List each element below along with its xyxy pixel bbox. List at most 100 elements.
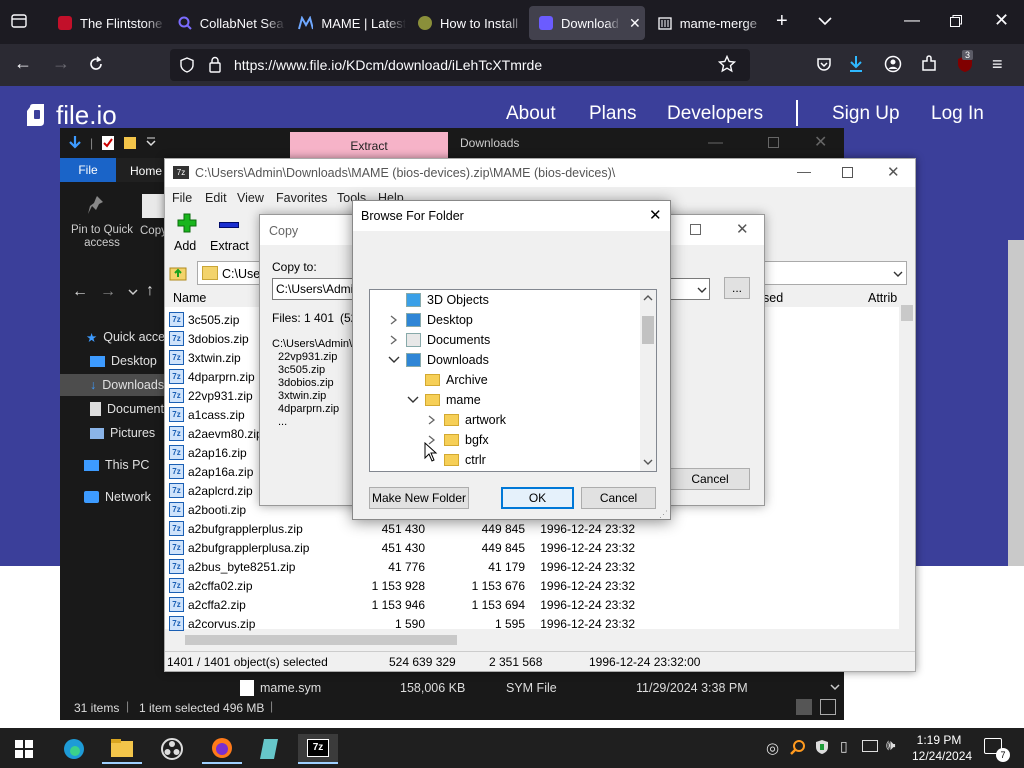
tray-volume-icon[interactable]: 🕪 [886,737,895,754]
close-icon[interactable]: ✕ [649,206,662,224]
scrollbar-thumb[interactable] [185,635,457,645]
ok-button[interactable]: OK [501,487,574,509]
tree-node[interactable]: Desktop [388,310,473,330]
scrollbar-thumb[interactable] [901,305,913,321]
nav-log-in[interactable]: Log In [931,103,984,125]
column-packed[interactable]: sed [763,291,783,305]
nav-developers[interactable]: Developers [667,103,763,125]
tray-network-icon[interactable] [862,740,878,752]
tree-node[interactable]: artwork [426,410,506,430]
add-icon[interactable] [177,213,197,233]
details-view-icon[interactable] [796,699,812,715]
close-tab-icon[interactable]: ✕ [629,15,641,32]
recent-chevron-icon[interactable] [128,288,138,296]
copy-cancel-button[interactable]: Cancel [670,468,750,490]
column-name[interactable]: Name [173,291,206,305]
back-icon[interactable]: ← [14,53,32,74]
maximize-icon[interactable] [690,224,701,235]
tiles-view-icon[interactable] [820,699,836,715]
customize-chevron-icon[interactable] [145,135,157,151]
forward-icon[interactable]: → [100,283,116,301]
maximize-icon[interactable] [842,167,853,178]
nav-about[interactable]: About [506,103,556,125]
start-button[interactable] [4,734,44,764]
minimize-icon[interactable]: — [797,163,811,179]
tree-node[interactable]: Archive [407,370,488,390]
folder-up-icon[interactable] [169,263,187,281]
toolbar-add[interactable]: Add [174,239,196,253]
table-row[interactable]: 7z a2bus_byte8251.zip 41 776 41 179 1996-12-… [169,557,639,576]
browser-tab[interactable]: CollabNet Sea [168,6,286,40]
reload-icon[interactable] [88,56,104,72]
nav-sign-up[interactable]: Sign Up [832,103,900,125]
ribbon-copy-label[interactable]: Copy [140,225,167,237]
chevron-down-icon[interactable] [407,395,419,405]
resize-grip-icon[interactable]: ⋰ [659,509,668,520]
table-row[interactable]: 7z a2cffa2.zip 1 153 946 1 153 694 1996-12-2… [169,595,639,614]
table-row[interactable]: 7z a2cffa02.zip 1 153 928 1 153 676 1996-12-… [169,576,639,595]
make-new-folder-button[interactable]: Make New Folder [369,487,469,509]
url-bar[interactable]: https://www.file.io/KDcm/download/iLehTc… [170,49,750,81]
chevron-right-icon[interactable] [388,335,400,345]
table-row[interactable]: 7z a2bufgrapplerplus.zip 451 430 449 845 199… [169,519,639,538]
tree-scrollbar[interactable] [640,290,656,471]
nav-plans[interactable]: Plans [589,103,637,125]
sidebar-item-this-pc[interactable]: This PC [84,454,149,476]
taskbar-file-explorer[interactable] [102,734,142,764]
url-text[interactable]: https://www.file.io/KDcm/download/iLehTc… [234,57,542,73]
sidebar-item-downloads[interactable]: ↓ Downloads [60,374,164,396]
taskbar-firefox[interactable] [202,734,242,764]
extract-icon[interactable] [219,222,239,228]
minimize-icon[interactable]: — [708,134,723,151]
download-arrow-icon[interactable] [68,135,82,151]
menu-edit[interactable]: Edit [205,191,227,205]
tab-list-icon[interactable] [10,12,28,30]
menu-icon[interactable]: ≡ [992,54,1003,75]
chevron-down-icon[interactable] [388,355,400,365]
copy-icon[interactable] [142,194,164,218]
site-logo[interactable]: file.io [24,100,117,131]
sidebar-item-documents[interactable]: Documents [90,398,170,420]
menu-file[interactable]: File [172,191,192,205]
new-folder-icon[interactable] [123,135,137,151]
ribbon-pin-label[interactable]: Pin to Quick access [64,224,140,250]
chevron-down-icon[interactable] [818,16,832,26]
tree-node[interactable]: Documents [388,330,490,350]
page-scrollbar[interactable] [1008,240,1024,566]
downloads-arrow-icon[interactable] [848,55,864,73]
pin-icon[interactable] [86,194,108,216]
table-row[interactable]: 7z a2bufgrapplerplusa.zip 451 430 449 845 19… [169,538,639,557]
back-icon[interactable]: ← [72,283,88,301]
chevron-right-icon[interactable] [388,315,400,325]
browser-tab-active[interactable]: Download ✕ [529,6,645,40]
taskbar-notepad[interactable] [250,734,290,764]
browser-tab[interactable]: MAME | Latest [288,6,406,40]
maximize-icon[interactable] [768,137,779,148]
tray-security-icon[interactable] [814,739,830,755]
scroll-up-icon[interactable] [643,294,653,301]
clock[interactable]: 1:19 PM 12/24/2024 [912,732,972,764]
sidebar-item-network[interactable]: Network [84,486,151,508]
menu-view[interactable]: View [237,191,264,205]
taskbar-obs[interactable] [152,734,192,764]
ribbon-tab-extract[interactable]: Extract [290,132,448,158]
close-icon[interactable]: ✕ [736,220,749,238]
sidebar-item-pictures[interactable]: Pictures [90,422,155,444]
column-attrib[interactable]: Attrib [868,291,897,305]
restore-icon[interactable] [950,15,962,27]
tree-node[interactable]: Downloads [388,350,489,370]
taskbar-7zip[interactable]: 7z [298,734,338,764]
cancel-button[interactable]: Cancel [581,487,656,509]
folder-tree[interactable]: 3D Objects Desktop Documents Downloads Archi… [369,289,657,472]
chevron-right-icon[interactable] [426,415,438,425]
explorer-file-row[interactable]: mame.sym 158,006 KB SYM File 11/29/2024 … [240,678,840,698]
browser-tab[interactable]: How to Install [408,6,526,40]
close-window-icon[interactable]: ✕ [994,10,1009,31]
vertical-scrollbar[interactable] [899,287,915,629]
tree-node[interactable]: 3D Objects [388,290,489,310]
lock-icon[interactable] [208,56,222,73]
properties-icon[interactable] [101,135,115,151]
bookmark-star-icon[interactable] [718,55,736,73]
tray-usb-icon[interactable]: ▯ [840,738,848,755]
tray-obs-icon[interactable]: ◎ [766,739,779,757]
